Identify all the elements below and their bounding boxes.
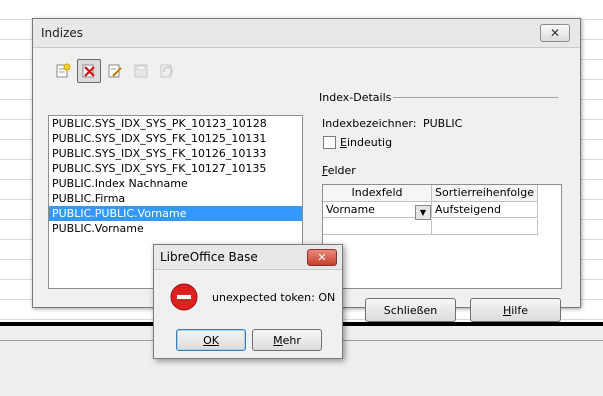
- close-icon: ✕: [317, 251, 327, 264]
- index-list-item[interactable]: PUBLIC.SYS_IDX_SYS_PK_10123_10128: [49, 116, 302, 131]
- dialog-title: LibreOffice Base: [160, 250, 258, 264]
- sort-order-empty-cell[interactable]: [432, 219, 538, 235]
- unique-checkbox-label[interactable]: Eindeutig: [340, 136, 392, 149]
- close-button[interactable]: Schließen: [365, 298, 456, 322]
- save-index-icon: [134, 64, 148, 78]
- ok-button[interactable]: OK: [176, 329, 246, 351]
- index-list-item[interactable]: PUBLIC.PUBLIC.Vorname: [49, 206, 302, 221]
- index-list-item[interactable]: PUBLIC.SYS_IDX_SYS_FK_10125_10131: [49, 131, 302, 146]
- index-list-item[interactable]: PUBLIC.SYS_IDX_SYS_FK_10126_10133: [49, 146, 302, 161]
- rename-index-icon: [108, 64, 122, 78]
- delete-index-icon: [82, 64, 95, 78]
- index-field-empty-cell[interactable]: [323, 219, 432, 235]
- error-message: unexpected token: ON: [212, 291, 336, 304]
- help-button-mnemonic: H: [502, 303, 512, 317]
- index-list-item[interactable]: PUBLIC.Firma: [49, 191, 302, 206]
- rename-index-button[interactable]: [103, 59, 127, 83]
- column-header-sort-order[interactable]: Sortierreihenfolge: [432, 185, 538, 202]
- more-button-mnemonic: M: [273, 333, 283, 347]
- help-button-label: ilfe: [511, 303, 529, 317]
- help-button[interactable]: Hilfe: [470, 298, 561, 322]
- index-details-label: Index-Details: [319, 91, 392, 104]
- index-list-item[interactable]: PUBLIC.Index Nachname: [49, 176, 302, 191]
- fields-grid[interactable]: Indexfeld Sortierreihenfolge Vorname ▼ A…: [322, 184, 562, 289]
- index-details-divider: [393, 97, 558, 98]
- sort-order-value: Aufsteigend: [435, 203, 501, 216]
- reset-index-icon: [160, 64, 173, 78]
- close-icon: ✕: [549, 26, 561, 40]
- more-button-label: ehr: [282, 333, 301, 347]
- window-title-bar[interactable]: Indizes ✕: [33, 19, 580, 48]
- fields-label: Felder: [322, 164, 356, 177]
- index-field-dropdown-button[interactable]: ▼: [415, 205, 431, 220]
- unique-checkbox[interactable]: [323, 136, 336, 149]
- new-index-icon: [56, 63, 71, 78]
- dialog-close-button[interactable]: ✕: [307, 249, 337, 266]
- dialog-title-bar[interactable]: LibreOffice Base ✕: [154, 245, 342, 270]
- index-identifier-label: Indexbezeichner:: [322, 117, 417, 130]
- index-toolbar: [51, 59, 179, 83]
- window-close-button[interactable]: ✕: [540, 24, 570, 42]
- delete-index-button[interactable]: [77, 59, 101, 83]
- reset-index-button[interactable]: [155, 59, 179, 83]
- index-list-item[interactable]: PUBLIC.SYS_IDX_SYS_FK_10127_10135: [49, 161, 302, 176]
- chevron-down-icon: ▼: [419, 208, 427, 217]
- ok-button-label: OK: [203, 333, 219, 347]
- window-title: Indizes: [41, 26, 84, 40]
- index-field-value: Vorname: [326, 203, 375, 216]
- close-button-label: Schließen: [383, 303, 438, 317]
- save-index-button[interactable]: [129, 59, 153, 83]
- index-list-item[interactable]: PUBLIC.Vorname: [49, 221, 302, 236]
- sort-order-cell[interactable]: Aufsteigend: [432, 202, 538, 218]
- column-header-index-field[interactable]: Indexfeld: [323, 185, 432, 202]
- new-index-button[interactable]: [51, 59, 75, 83]
- error-dialog: LibreOffice Base ✕ unexpected token: ON …: [153, 244, 343, 359]
- more-button[interactable]: Mehr: [252, 329, 322, 351]
- index-identifier-value: PUBLIC: [423, 117, 463, 130]
- error-icon: [170, 283, 198, 311]
